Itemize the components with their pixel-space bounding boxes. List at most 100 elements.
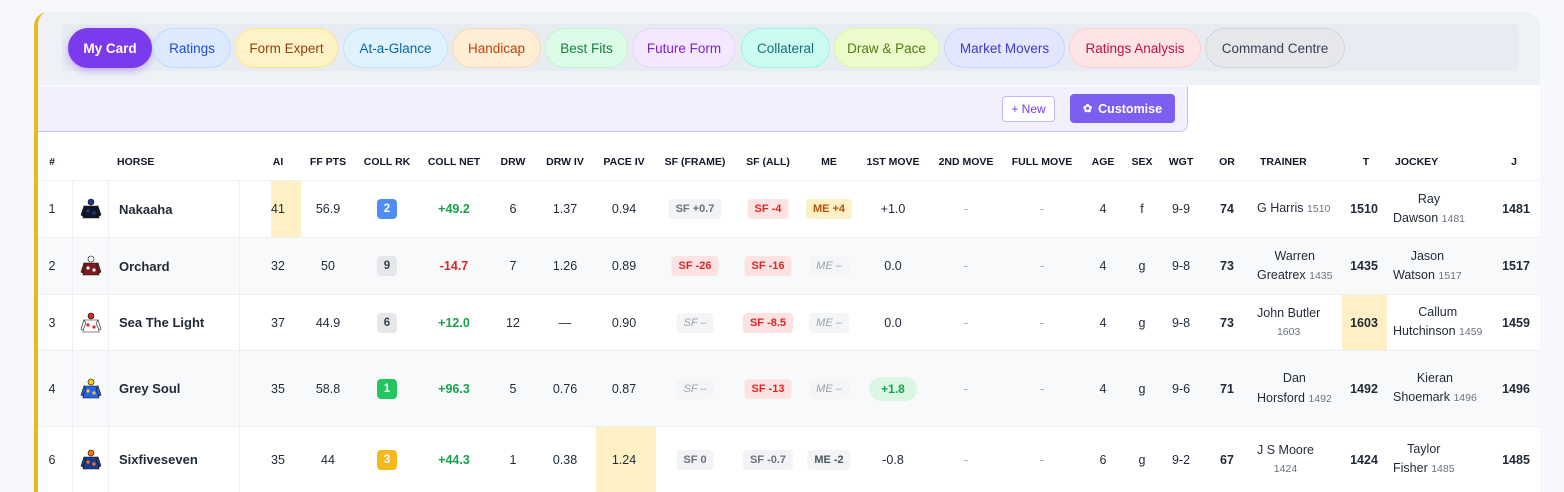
table-row[interactable]: 1 Nakaaha 41 56.9 2 +49.2 6 1.37 0.94 SF +0.7 SF -…: [38, 180, 1540, 237]
col-age[interactable]: AGE: [1092, 156, 1115, 168]
ai-value: 35: [271, 381, 285, 396]
col-ai[interactable]: AI: [273, 156, 284, 168]
col-or[interactable]: OR: [1219, 156, 1235, 168]
jockey-silk-icon: [80, 255, 102, 276]
full-move-value: -: [1039, 381, 1045, 396]
trainer-cell[interactable]: Dan Horsford 1492: [1257, 351, 1332, 426]
col-j[interactable]: J: [1511, 156, 1517, 168]
trainer-name: J S Moore: [1257, 442, 1314, 457]
trainer-rating: 1492: [1308, 393, 1332, 405]
coll-rk-badge: 3: [377, 427, 397, 492]
trainer-name: Warren: [1274, 248, 1315, 263]
table-row[interactable]: 3 Sea The Light 37 44.9 6 +12.0 12 — 0.90 SF – SF …: [38, 294, 1540, 350]
col-2nd-move[interactable]: 2ND MOVE: [939, 156, 994, 168]
row-number: 1: [48, 202, 56, 216]
customise-button[interactable]: ✿ Customise: [1070, 94, 1175, 123]
tab-form-expert[interactable]: Form Expert: [235, 28, 338, 68]
col-num[interactable]: #: [49, 156, 55, 168]
tab-best-fits[interactable]: Best Fits: [545, 28, 628, 68]
tab-ratings-analysis[interactable]: Ratings Analysis: [1069, 28, 1201, 68]
jockey-cell[interactable]: Taylor Fisher 1485: [1393, 427, 1455, 492]
new-button[interactable]: + New: [1002, 96, 1055, 122]
second-move-value: -: [963, 202, 969, 216]
coll-net-value: +12.0: [438, 315, 470, 330]
col-me[interactable]: ME: [821, 156, 837, 168]
col-sf-frame[interactable]: SF (FRAME): [665, 156, 726, 168]
col-coll-rk[interactable]: COLL RK: [364, 156, 410, 168]
table-row[interactable]: 6 Sixfiveseven 35 44 3 +44.3 1 0.38 1.24 SF 0 SF -…: [38, 426, 1540, 492]
coll-rk-badge: 9: [377, 238, 397, 294]
tab-future-form[interactable]: Future Form: [632, 28, 736, 68]
full-move-value: -: [1039, 315, 1045, 330]
jockey-cell[interactable]: Jason Watson 1517: [1393, 238, 1462, 294]
silk-cell: [72, 181, 108, 237]
coll-rk-value: 2: [377, 199, 397, 219]
col-wgt[interactable]: WGT: [1169, 156, 1194, 168]
silk-cell: [72, 351, 108, 426]
col-1st-move[interactable]: 1ST MOVE: [866, 156, 919, 168]
trainer-cell[interactable]: G Harris 1510: [1257, 181, 1330, 237]
pace-iv-value: 0.89: [611, 259, 637, 273]
tab-draw-pace[interactable]: Draw & Pace: [834, 28, 939, 68]
trainer-rating: 1603: [1276, 325, 1301, 338]
col-drw[interactable]: DRW: [501, 156, 526, 168]
weight-value: 9-8: [1171, 259, 1191, 273]
jockey-cell[interactable]: Kieran Shoemark 1496: [1393, 351, 1477, 426]
second-move-value: -: [963, 259, 969, 273]
horse-name-link[interactable]: Nakaaha: [119, 181, 172, 237]
col-sf-all[interactable]: SF (ALL): [746, 156, 790, 168]
t-value: 1510: [1350, 202, 1378, 216]
col-pace-iv[interactable]: PACE IV: [603, 156, 644, 168]
col-horse[interactable]: HORSE: [117, 156, 154, 168]
trainer-cell[interactable]: Warren Greatrex 1435: [1257, 238, 1332, 294]
ff-pts-value: 58.8: [315, 381, 341, 396]
horse-name-link[interactable]: Orchard: [119, 238, 170, 294]
col-drw-iv[interactable]: DRW IV: [546, 156, 584, 168]
jockey-cell[interactable]: Ray Dawson 1481: [1393, 181, 1465, 237]
card-toolbar: + New ✿ Customise: [38, 86, 1188, 132]
col-ff-pts[interactable]: FF PTS: [310, 156, 346, 168]
horse-name-link[interactable]: Sixfiveseven: [119, 427, 198, 492]
horse-name-link[interactable]: Grey Soul: [119, 351, 180, 426]
tab-handicap[interactable]: Handicap: [452, 28, 541, 68]
jockey-silk-icon: [80, 312, 102, 332]
race-card-panel: My Card Ratings Form Expert At-a-Glance Hand…: [34, 12, 1540, 492]
trainer-name-line2: Greatrex 1435: [1257, 266, 1332, 286]
jockey-surname: Shoemark: [1393, 390, 1450, 404]
age-value: 6: [1099, 452, 1107, 467]
tab-collateral[interactable]: Collateral: [741, 28, 830, 68]
col-t[interactable]: T: [1363, 156, 1369, 168]
col-jockey[interactable]: JOCKEY: [1395, 156, 1438, 168]
first-move-pill: +1.8: [869, 376, 917, 401]
jockey-cell[interactable]: Callum Hutchinson 1459: [1393, 295, 1482, 350]
me-pill: ME –: [809, 378, 849, 399]
trainer-cell[interactable]: J S Moore 1424: [1257, 427, 1314, 492]
or-value: 67: [1220, 452, 1234, 467]
me-pill: ME –: [809, 312, 849, 333]
first-move-value: -0.8: [882, 452, 904, 467]
trainer-name: G Harris: [1257, 201, 1304, 215]
first-move-cell: +1.8: [869, 351, 917, 426]
tab-my-card[interactable]: My Card: [68, 28, 152, 68]
col-full-move[interactable]: FULL MOVE: [1012, 156, 1072, 168]
me-cell: ME -2: [807, 427, 851, 492]
col-trainer[interactable]: TRAINER: [1260, 156, 1307, 168]
jockey-name-line2: Dawson 1481: [1393, 209, 1465, 229]
coll-rk-badge: 1: [377, 351, 397, 426]
table-header: # HORSE AI FF PTS COLL RK COLL NET DRW D…: [38, 146, 1540, 180]
col-coll-net[interactable]: COLL NET: [428, 156, 480, 168]
table-row[interactable]: 2 Orchard 32 50 9 -14.7 7 1.26 0.89 SF -26 SF -16 M…: [38, 237, 1540, 294]
jockey-name-line2: Shoemark 1496: [1393, 388, 1477, 408]
first-move-value: +1.0: [880, 202, 906, 216]
col-sex[interactable]: SEX: [1131, 156, 1152, 168]
sf-frame-pill: SF -26: [671, 256, 719, 276]
horse-name-link[interactable]: Sea The Light: [119, 295, 204, 350]
tab-at-a-glance[interactable]: At-a-Glance: [343, 28, 448, 68]
tab-command-centre[interactable]: Command Centre: [1205, 28, 1345, 68]
t-value: 1603: [1350, 315, 1378, 330]
tab-market-movers[interactable]: Market Movers: [944, 28, 1065, 68]
trainer-cell[interactable]: John Butler 1603: [1257, 295, 1320, 350]
me-pill: ME –: [809, 256, 849, 276]
tab-ratings[interactable]: Ratings: [153, 28, 231, 68]
table-row[interactable]: 4 Grey Soul 35 58.8 1 +96.3 5 0.76 0.87 SF – SF -1…: [38, 350, 1540, 426]
